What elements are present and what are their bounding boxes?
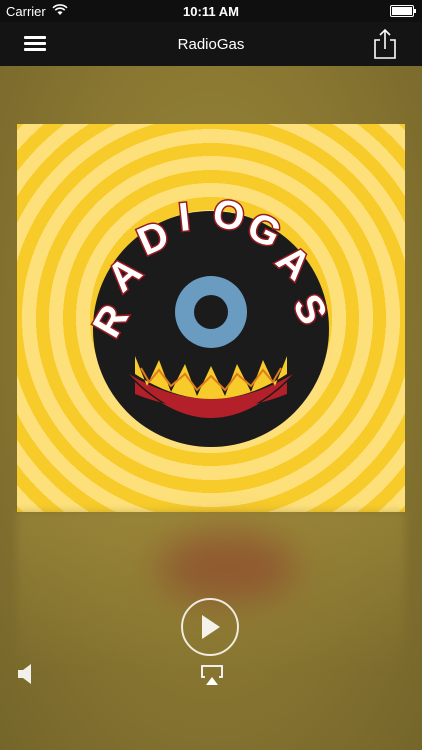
radiogas-logo: R A D I O G A S bbox=[83, 190, 337, 447]
share-icon[interactable] bbox=[372, 28, 398, 60]
album-artwork: R A D I O G A S bbox=[17, 124, 405, 512]
speaker-icon[interactable] bbox=[16, 662, 36, 686]
battery-icon bbox=[390, 5, 416, 17]
status-time: 10:11 AM bbox=[183, 4, 239, 19]
airplay-icon[interactable] bbox=[199, 664, 225, 686]
play-icon bbox=[202, 615, 220, 639]
page-title: RadioGas bbox=[177, 36, 245, 53]
nav-bar: RadioGas bbox=[0, 22, 422, 66]
status-bar: Carrier 10:11 AM bbox=[0, 0, 422, 22]
play-button[interactable] bbox=[181, 598, 239, 656]
